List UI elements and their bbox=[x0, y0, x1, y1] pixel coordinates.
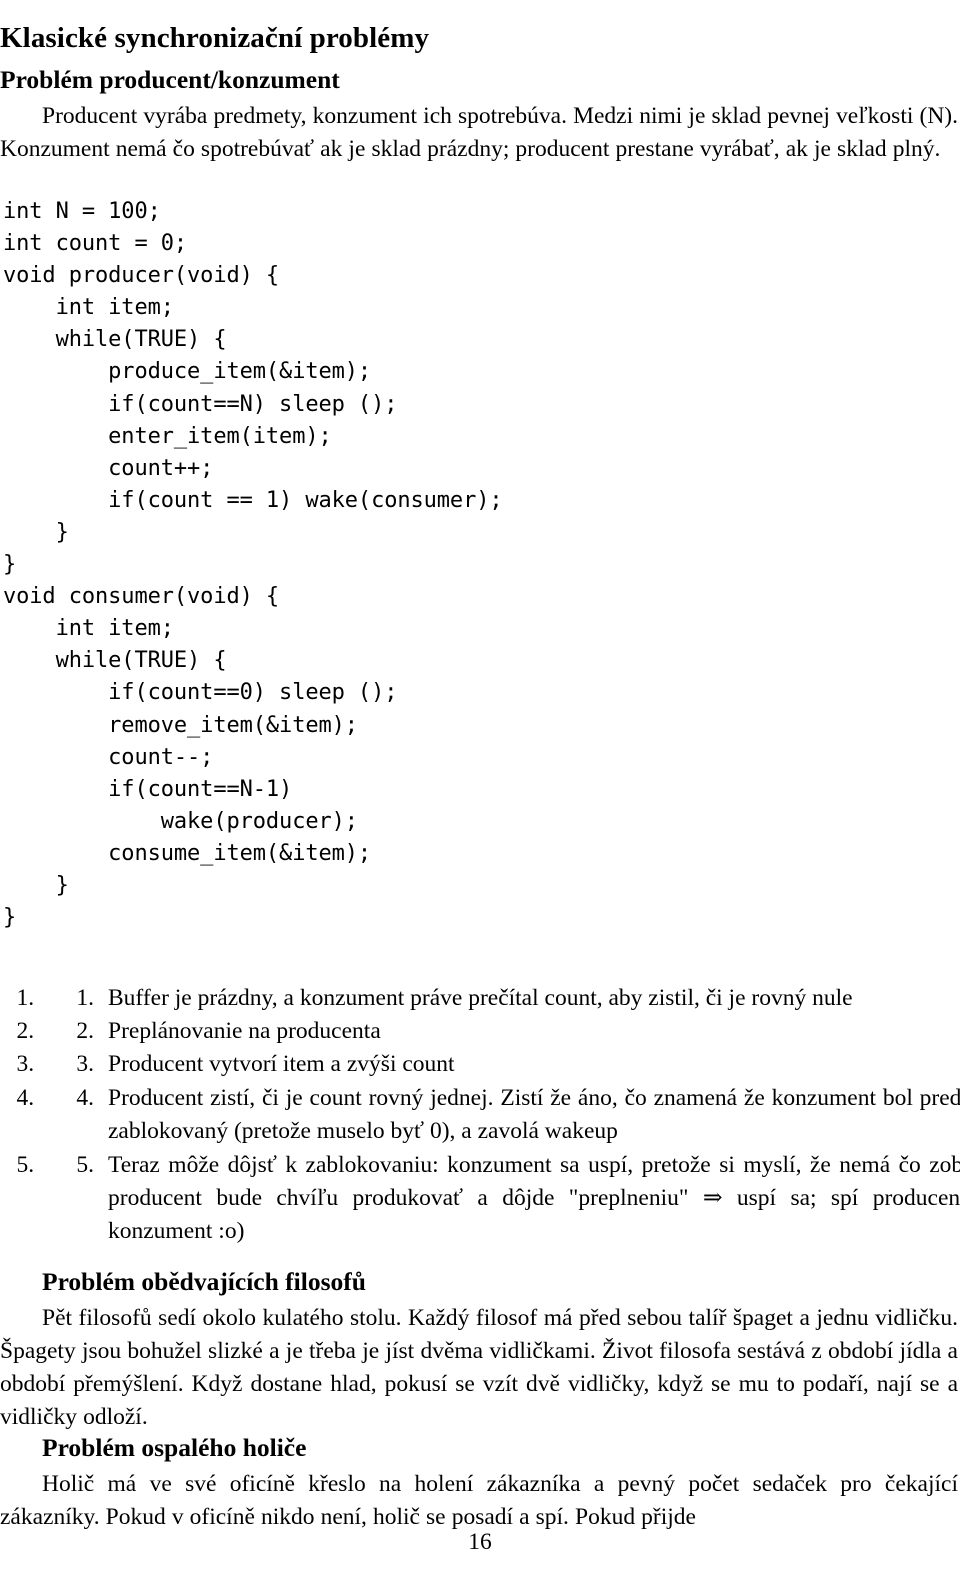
list-item: 5. Teraz môže dôjsť k zablokovaniu: konzu… bbox=[40, 1149, 960, 1249]
list-item-number: 3. bbox=[76, 1051, 94, 1078]
list-item-text: Teraz môže dôjsť k zablokovaniu: konzume… bbox=[108, 1151, 960, 1245]
code-line: consume_item(&item); bbox=[3, 840, 372, 866]
code-line: void producer(void) { bbox=[3, 263, 280, 289]
list-item-text: Buffer je prázdny, a konzument práve pre… bbox=[108, 984, 853, 1011]
paragraph-dining-philosophers: Pět filosofů sedí okolo kulatého stolu. … bbox=[0, 1302, 958, 1434]
paragraph-sleeping-barber: Holič má ve své oficíně křeslo na holení… bbox=[0, 1468, 958, 1534]
code-line: produce_item(&item); bbox=[3, 359, 372, 385]
code-line: if(count == 1) wake(consumer); bbox=[3, 487, 503, 513]
code-line: wake(producer); bbox=[3, 808, 358, 834]
list-item-number: 4. bbox=[76, 1084, 94, 1111]
code-line: while(TRUE) { bbox=[3, 648, 227, 674]
heading-producer-consumer: Problém producent/konzument bbox=[0, 65, 340, 95]
paragraph-text: Holič má ve své oficíně křeslo na holení… bbox=[0, 1470, 958, 1530]
page-number: 16 bbox=[468, 1529, 492, 1555]
code-line: count--; bbox=[3, 744, 214, 770]
heading-dining-philosophers: Problém obědvajících filosofů bbox=[42, 1267, 366, 1297]
list-item: 2. Preplánovanie na producenta bbox=[40, 1015, 960, 1048]
paragraph-text: Producent vyrába predmety, konzument ich… bbox=[0, 102, 958, 162]
list-item: 1. Buffer je prázdny, a konzument práve p… bbox=[40, 982, 960, 1015]
code-line: int count = 0; bbox=[3, 231, 188, 257]
code-line: } bbox=[3, 872, 69, 898]
list-item-text: Producent vytvorí item a zvýši count bbox=[108, 1051, 455, 1078]
code-line: int item; bbox=[3, 616, 174, 642]
code-line: if(count==0) sleep (); bbox=[3, 680, 398, 706]
list-item-text: Preplánovanie na producenta bbox=[108, 1017, 381, 1044]
code-line: int N = 100; bbox=[3, 199, 161, 224]
list-item-number: 2. bbox=[76, 1017, 94, 1044]
list-item-number: 1. bbox=[76, 984, 94, 1011]
document-page: Klasické synchronizační problémy Problém… bbox=[0, 0, 960, 1574]
list-item-text: Producent zistí, či je count rovný jedne… bbox=[108, 1084, 960, 1145]
code-line: enter_item(item); bbox=[3, 423, 332, 449]
code-line: void consumer(void) { bbox=[3, 584, 280, 610]
list-item: 4. Producent zistí, či je count rovný jed… bbox=[40, 1082, 960, 1149]
code-line: remove_item(&item); bbox=[3, 712, 358, 738]
code-line: count++; bbox=[3, 455, 214, 481]
code-line: if(count==N-1) bbox=[3, 776, 293, 802]
code-line: int item; bbox=[3, 295, 174, 321]
code-line: } bbox=[3, 552, 17, 578]
paragraph-text: Pět filosofů sedí okolo kulatého stolu. … bbox=[0, 1304, 958, 1430]
paragraph-producer-consumer-intro: Producent vyrába predmety, konzument ich… bbox=[0, 100, 958, 166]
heading-sleeping-barber: Problém ospalého holiče bbox=[42, 1433, 307, 1463]
list-item: 3. Producent vytvorí item a zvýši count bbox=[40, 1048, 960, 1081]
code-block-producer-consumer: int N = 100; int count = 0; void producer(… bbox=[3, 196, 703, 934]
code-line: while(TRUE) { bbox=[3, 327, 227, 353]
list-item-number: 5. bbox=[76, 1151, 94, 1178]
code-line: if(count==N) sleep (); bbox=[3, 391, 398, 417]
producer-consumer-step-list: 1. Buffer je prázdny, a konzument práve p… bbox=[0, 982, 960, 1249]
page-title: Klasické synchronizační problémy bbox=[0, 22, 430, 55]
code-line: } bbox=[3, 519, 69, 545]
code-line: } bbox=[3, 905, 17, 931]
